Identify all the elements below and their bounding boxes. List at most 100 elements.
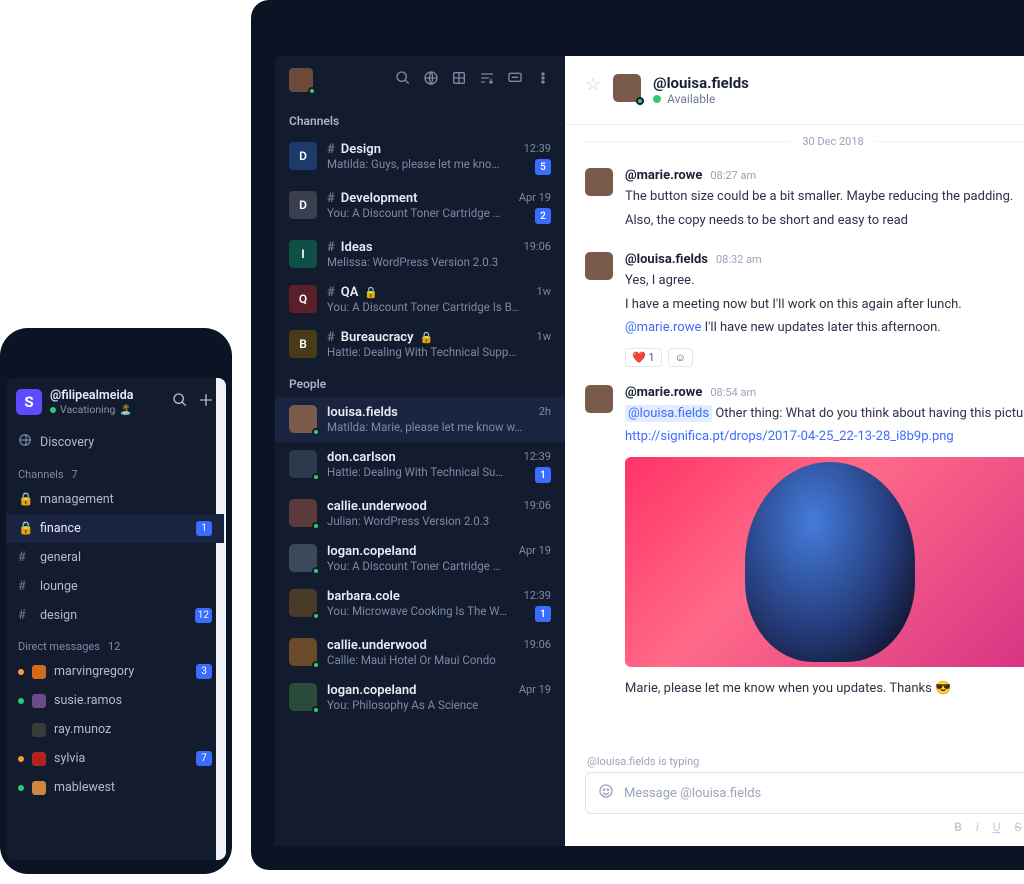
message-avatar[interactable] xyxy=(585,168,613,196)
person-name: logan.copeland xyxy=(327,683,416,698)
bold-button[interactable]: B xyxy=(954,820,962,834)
presence-dot xyxy=(312,428,320,436)
person-avatar xyxy=(289,683,317,711)
search-icon[interactable] xyxy=(395,70,411,90)
lock-icon: 🔒 xyxy=(364,286,378,299)
channel-tile: Q xyxy=(289,285,317,313)
dm-name: marvingregory xyxy=(54,664,188,679)
hash-icon: # xyxy=(327,142,335,157)
conversation-pane: ☆ @louisa.fields Available 30 Dec 2018 @… xyxy=(565,56,1024,846)
message-preview: You: Philosophy As A Science xyxy=(327,698,503,712)
person-avatar xyxy=(289,589,317,617)
timestamp: 19:06 xyxy=(524,638,551,651)
image-attachment[interactable] xyxy=(625,457,1024,667)
channel-count-badge: 7 xyxy=(72,468,78,481)
compose-icon[interactable] xyxy=(198,392,214,412)
globe-icon[interactable] xyxy=(423,70,439,90)
star-icon[interactable]: ☆ xyxy=(585,74,601,95)
mention[interactable]: @louisa.fields xyxy=(625,405,712,422)
hash-icon: # xyxy=(327,240,335,255)
strike-button[interactable]: S xyxy=(1014,820,1021,834)
phone-username: @filipealmeida xyxy=(50,388,164,403)
hash-icon: # xyxy=(18,550,32,565)
dm-name: ray.munoz xyxy=(54,722,212,737)
presence-dot xyxy=(636,97,644,105)
conversation-avatar[interactable] xyxy=(613,74,641,102)
underline-button[interactable]: U xyxy=(993,820,1001,834)
timestamp: 1w xyxy=(537,330,551,343)
channel-preview: You: A Discount Toner Cartridge Is B... xyxy=(327,300,521,314)
message-author[interactable]: @marie.rowe xyxy=(625,168,702,183)
phone-channel-row[interactable]: 🔒finance1 xyxy=(6,514,224,543)
channel-name: Development xyxy=(341,191,418,206)
status-dot xyxy=(653,95,661,103)
message-author[interactable]: @louisa.fields xyxy=(625,252,708,267)
desktop-app-window: Channels D #Design Matilda: Guys, please… xyxy=(275,56,1024,846)
dm-avatar xyxy=(32,723,46,737)
phone-channel-row[interactable]: #general xyxy=(6,543,224,572)
unread-badge: 7 xyxy=(196,751,212,766)
phone-channel-row[interactable]: 🔒management xyxy=(6,485,224,514)
message-text: @louisa.fields Other thing: What do you … xyxy=(625,404,1024,424)
kebab-icon[interactable] xyxy=(535,70,551,90)
channel-row[interactable]: Q #QA🔒 You: A Discount Toner Cartridge I… xyxy=(275,277,565,322)
composer-placeholder: Message @louisa.fields xyxy=(624,786,761,801)
channel-row[interactable]: B #Bureaucracy🔒 Hattie: Dealing With Tec… xyxy=(275,322,565,367)
timestamp: 2h xyxy=(539,405,551,418)
current-user-avatar[interactable] xyxy=(289,68,313,92)
add-reaction-button[interactable]: ☺ xyxy=(668,348,693,367)
sidebar-toolbar xyxy=(395,70,551,90)
timestamp: 12:39 xyxy=(524,450,551,463)
message-author[interactable]: @marie.rowe xyxy=(625,385,702,400)
hash-icon: # xyxy=(327,191,335,206)
phone-dm-row[interactable]: ray.munoz xyxy=(6,715,224,744)
phone-dm-row[interactable]: mablewest xyxy=(6,773,224,802)
emoji-icon[interactable] xyxy=(598,783,614,803)
message-link[interactable]: http://significa.pt/drops/2017-04-25_22-… xyxy=(625,429,954,444)
channel-name: finance xyxy=(40,521,188,536)
phone-dm-row[interactable]: susie.ramos xyxy=(6,686,224,715)
message-preview: Hattie: Dealing With Technical Support xyxy=(327,465,508,479)
dm-count-badge: 12 xyxy=(108,640,120,653)
lock-icon: 🔒 xyxy=(420,331,434,344)
search-icon[interactable] xyxy=(172,392,188,412)
section-header-dms: Direct messages 12 xyxy=(6,630,224,657)
message-avatar[interactable] xyxy=(585,252,613,280)
person-row[interactable]: logan.copeland You: Philosophy As A Scie… xyxy=(275,675,565,720)
mention[interactable]: @marie.rowe xyxy=(625,320,701,335)
reaction[interactable]: ❤️ 1 xyxy=(625,348,662,367)
phone-dm-row[interactable]: sylvia7 xyxy=(6,744,224,773)
presence-dot xyxy=(50,407,56,413)
section-header-channels: Channels 7 xyxy=(6,458,224,485)
channel-name: Design xyxy=(341,142,381,157)
timestamp: 19:06 xyxy=(524,499,551,512)
channel-row[interactable]: I #Ideas Melissa: WordPress Version 2.0.… xyxy=(275,232,565,277)
grid-icon[interactable] xyxy=(451,70,467,90)
channel-row[interactable]: D #Development You: A Discount Toner Car… xyxy=(275,183,565,232)
globe-icon xyxy=(18,433,32,451)
channel-tile: I xyxy=(289,240,317,268)
sort-icon[interactable] xyxy=(479,70,495,90)
discovery-link[interactable]: Discovery xyxy=(6,426,224,458)
message-icon[interactable] xyxy=(507,70,523,90)
person-row[interactable]: callie.underwood Julian: WordPress Versi… xyxy=(275,491,565,536)
person-row[interactable]: callie.underwood Callie: Maui Hotel Or M… xyxy=(275,630,565,675)
message-composer[interactable]: Message @louisa.fields xyxy=(585,772,1024,814)
phone-dm-row[interactable]: marvingregory3 xyxy=(6,657,224,686)
person-row[interactable]: barbara.cole You: Microwave Cooking Is T… xyxy=(275,581,565,630)
person-row[interactable]: louisa.fields Matilda: Marie, please let… xyxy=(275,397,565,442)
channel-row[interactable]: D #Design Matilda: Guys, please let me k… xyxy=(275,134,565,183)
person-avatar xyxy=(289,544,317,572)
person-avatar xyxy=(289,450,317,478)
presence-dot xyxy=(312,612,320,620)
channel-tile: D xyxy=(289,142,317,170)
message-avatar[interactable] xyxy=(585,385,613,413)
workspace-logo[interactable]: S xyxy=(16,389,42,415)
italic-button[interactable]: i xyxy=(976,820,979,834)
phone-channel-row[interactable]: #lounge xyxy=(6,572,224,601)
phone-sidebar: S @filipealmeida Vacationing🏝️ Discovery… xyxy=(6,378,224,860)
person-row[interactable]: don.carlson Hattie: Dealing With Technic… xyxy=(275,442,565,491)
phone-channel-row[interactable]: #design12 xyxy=(6,601,224,630)
person-row[interactable]: logan.copeland You: A Discount Toner Car… xyxy=(275,536,565,581)
person-avatar xyxy=(289,638,317,666)
